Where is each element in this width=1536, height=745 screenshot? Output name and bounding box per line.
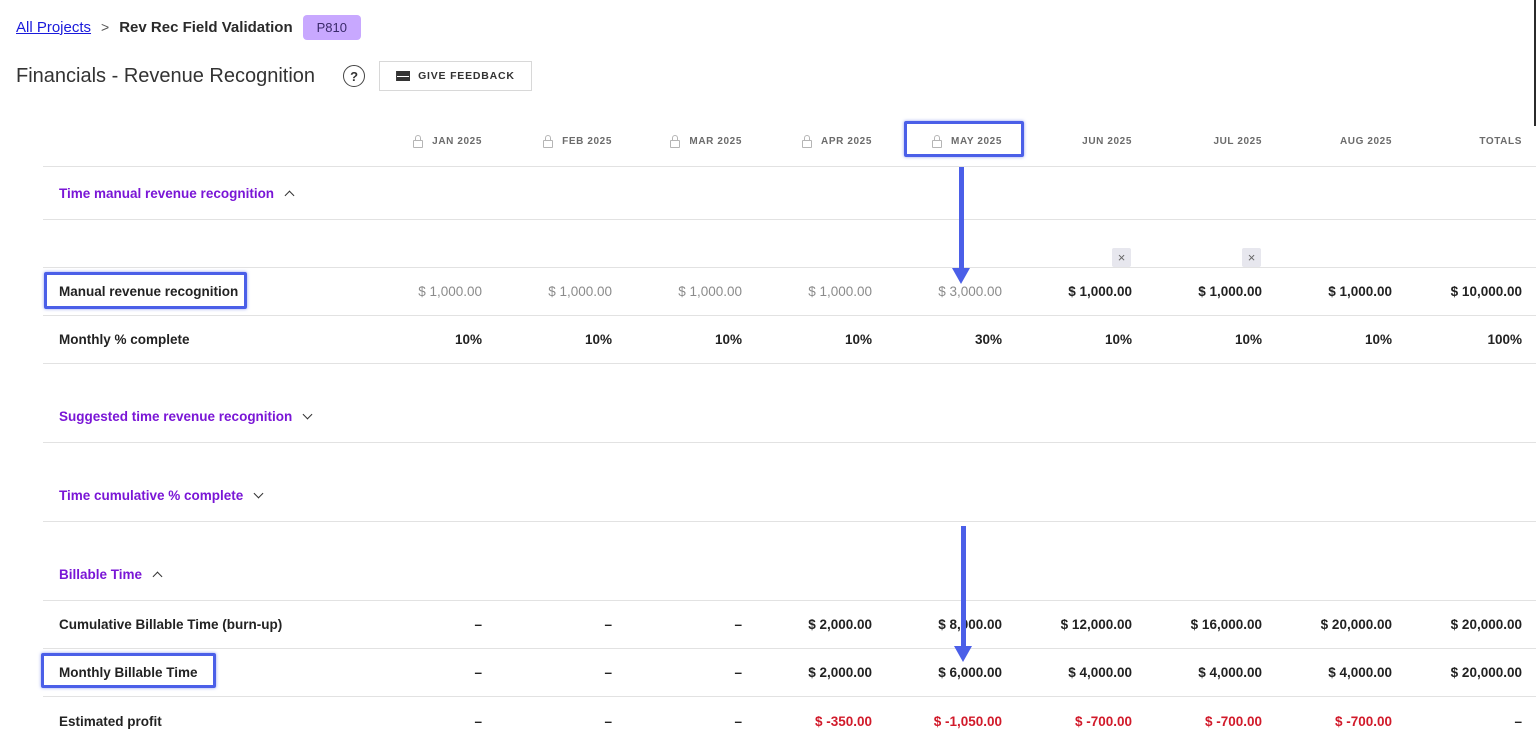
cell-may: $ 8,000.00 — [938, 617, 1002, 632]
cell-may: $ 6,000.00 — [938, 665, 1002, 680]
cell-totals: $ 10,000.00 — [1450, 284, 1522, 299]
cell-jun: $ 12,000.00 — [1060, 617, 1132, 632]
cell-mar: $ 1,000.00 — [678, 284, 742, 299]
cell-jul: $ 16,000.00 — [1190, 617, 1262, 632]
column-header-mar: MAR 2025 — [643, 116, 742, 166]
clear-jun-icon[interactable]: × — [1112, 248, 1131, 267]
cell-feb: – — [604, 617, 612, 632]
mail-icon — [396, 71, 411, 81]
chevron-up-icon[interactable] — [284, 190, 295, 200]
cell-jun[interactable]: $ 1,000.00 — [1033, 268, 1132, 315]
may-highlight-box — [904, 121, 1024, 157]
column-header-totals: TOTALS — [1479, 135, 1522, 147]
project-badge: P810 — [302, 14, 361, 40]
row-monthly-pct: Monthly % complete 10% 10% 10% 10% 30% 1… — [43, 316, 1536, 364]
cell-jun: $ 4,000.00 — [1068, 665, 1132, 680]
row-cumulative-billable: Cumulative Billable Time (burn-up) – – –… — [43, 601, 1536, 649]
cell-jul: 10% — [1234, 332, 1262, 347]
cell-jun: 10% — [1104, 332, 1132, 347]
cell-may: 30% — [974, 332, 1002, 347]
lock-icon — [801, 134, 813, 148]
section-title-suggested[interactable]: Suggested time revenue recognition — [59, 409, 313, 424]
monthly-billable-highlight-box — [41, 653, 216, 688]
lock-icon — [542, 134, 554, 148]
row-manual-revenue: Manual revenue recognition $ 1,000.00 $ … — [43, 268, 1536, 316]
column-header-apr: APR 2025 — [773, 116, 872, 166]
cell-jan: 10% — [454, 332, 482, 347]
manual-revenue-highlight-box — [44, 272, 247, 309]
column-header-aug: AUG 2025 — [1339, 135, 1392, 147]
row-label: Cumulative Billable Time (burn-up) — [59, 617, 283, 632]
cell-apr: $ 1,000.00 — [808, 284, 872, 299]
give-feedback-button[interactable]: GIVE FEEDBACK — [379, 61, 532, 91]
chevron-up-icon[interactable] — [152, 571, 163, 581]
annotation-arrow-down — [954, 526, 972, 662]
clear-jul-icon[interactable]: × — [1242, 248, 1261, 267]
section-time-manual[interactable]: Time manual revenue recognition — [43, 167, 1536, 220]
cell-mar: 10% — [714, 332, 742, 347]
cell-aug: 10% — [1364, 332, 1392, 347]
page-title: Financials - Revenue Recognition — [16, 64, 316, 87]
column-header-jul: JUL 2025 — [1213, 135, 1262, 147]
section-title-billable[interactable]: Billable Time — [59, 567, 163, 582]
annotation-arrow-down — [952, 167, 970, 284]
section-title-time-manual[interactable]: Time manual revenue recognition — [59, 186, 295, 201]
give-feedback-label: GIVE FEEDBACK — [418, 70, 515, 82]
cell-feb: 10% — [584, 332, 612, 347]
cell-totals: $ 20,000.00 — [1450, 665, 1522, 680]
cell-jan: $ 1,000.00 — [418, 284, 482, 299]
cell-jan: – — [474, 617, 482, 632]
help-icon[interactable]: ? — [343, 65, 366, 87]
cell-aug: $ 4,000.00 — [1328, 665, 1392, 680]
section-title-cumulative[interactable]: Time cumulative % complete — [59, 488, 264, 503]
chevron-down-icon[interactable] — [253, 488, 264, 499]
section-suggested[interactable]: Suggested time revenue recognition — [43, 364, 1536, 443]
chevron-right-icon: > — [101, 19, 110, 35]
breadcrumb-current: Rev Rec Field Validation — [119, 18, 293, 36]
revenue-grid: JAN 2025 FEB 2025 MAR 2025 APR 2025 MAY … — [43, 116, 1536, 745]
cell-mar: – — [734, 617, 742, 632]
section-billable[interactable]: Billable Time — [43, 522, 1536, 601]
month-header-row: JAN 2025 FEB 2025 MAR 2025 APR 2025 MAY … — [43, 116, 1536, 167]
cell-aug[interactable]: $ 1,000.00 — [1293, 268, 1392, 315]
row-monthly-billable: Monthly Billable Time – – – $ 2,000.00 $… — [43, 649, 1536, 697]
row-label: Monthly % complete — [59, 332, 190, 347]
section-cumulative[interactable]: Time cumulative % complete — [43, 443, 1536, 522]
cell-mar: – — [734, 665, 742, 680]
cell-apr: 10% — [844, 332, 872, 347]
cell-jan: – — [474, 665, 482, 680]
cell-totals: 100% — [1487, 332, 1522, 347]
cell-feb: – — [604, 665, 612, 680]
column-header-feb: FEB 2025 — [513, 116, 612, 166]
column-header-jun: JUN 2025 — [1082, 135, 1132, 147]
breadcrumb-all-projects-link[interactable]: All Projects — [16, 19, 91, 36]
chevron-down-icon[interactable] — [302, 409, 313, 420]
cell-jul: $ 4,000.00 — [1198, 665, 1262, 680]
cell-aug: $ 20,000.00 — [1320, 617, 1392, 632]
title-row: Financials - Revenue Recognition ? GIVE … — [16, 60, 532, 92]
cell-apr: $ 2,000.00 — [808, 665, 872, 680]
cell-feb: $ 1,000.00 — [548, 284, 612, 299]
cell-jul[interactable]: $ 1,000.00 — [1163, 268, 1262, 315]
lock-icon — [669, 134, 681, 148]
lock-icon — [412, 134, 424, 148]
cell-totals: $ 20,000.00 — [1450, 617, 1522, 632]
clear-row: × × — [43, 220, 1536, 268]
column-header-jan: JAN 2025 — [383, 116, 482, 166]
cell-apr: $ 2,000.00 — [808, 617, 872, 632]
breadcrumb: All Projects > Rev Rec Field Validation … — [16, 13, 361, 41]
